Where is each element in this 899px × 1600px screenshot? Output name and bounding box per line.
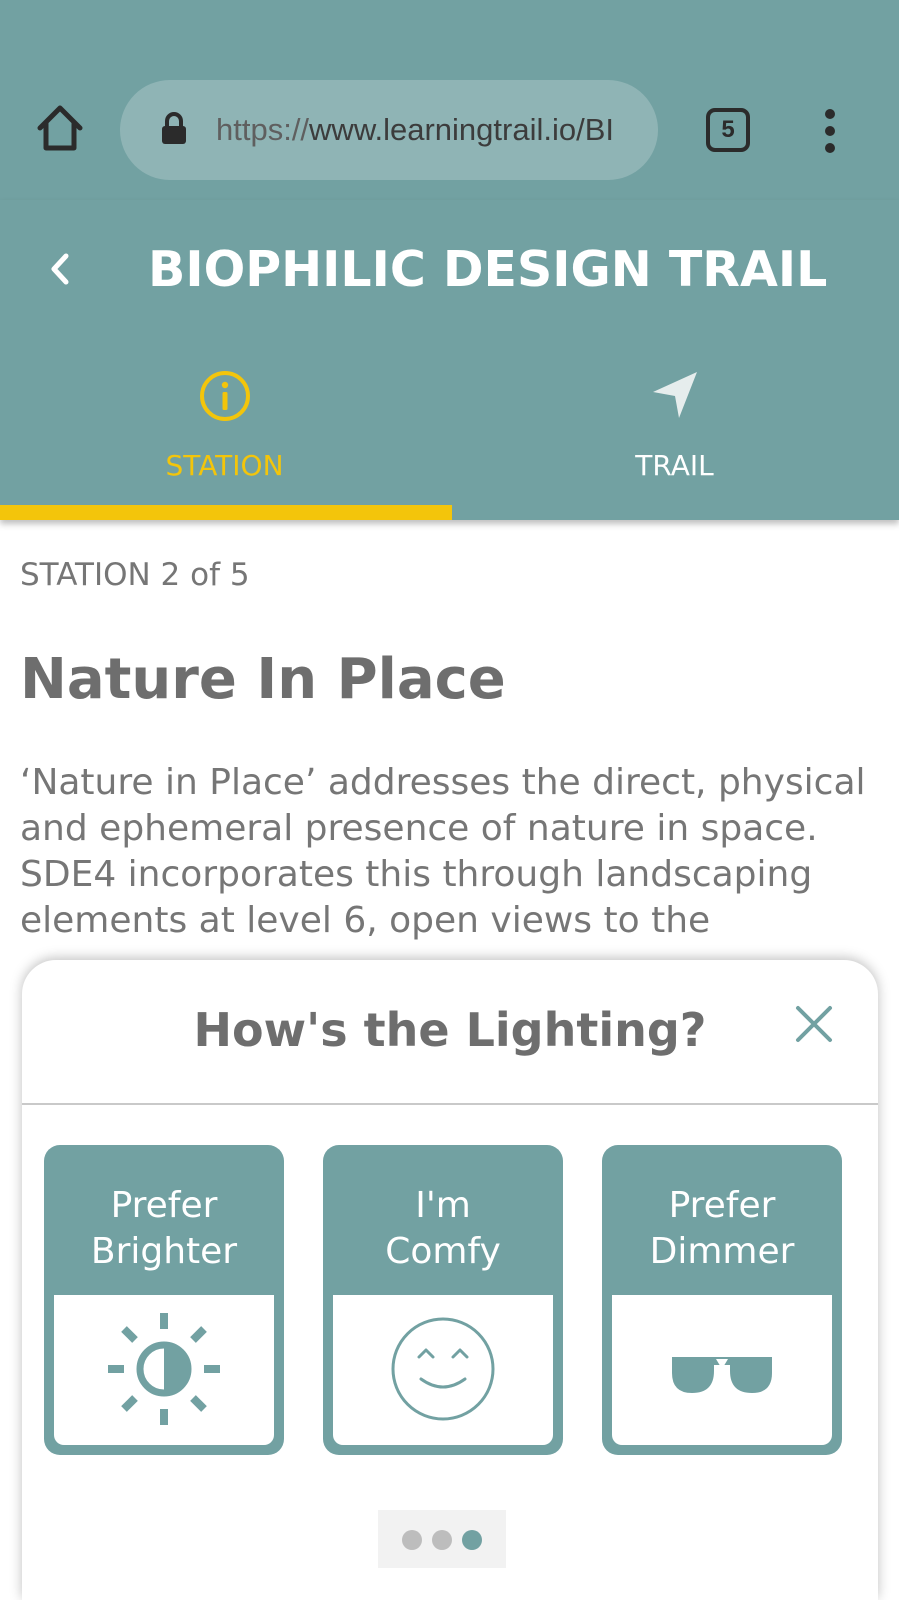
smiley-icon bbox=[391, 1317, 495, 1421]
description-line: elements at level 6, open views to the bbox=[20, 900, 711, 941]
brightness-icon bbox=[108, 1313, 220, 1425]
option-icon-area bbox=[333, 1295, 553, 1445]
info-icon bbox=[200, 371, 250, 421]
tab-trail[interactable]: TRAIL bbox=[450, 360, 899, 510]
url-text: https://www.learningtrail.io/BI bbox=[216, 112, 615, 147]
description-line: and ephemeral presence of nature in spac… bbox=[20, 808, 818, 849]
option-label: Prefer Dimmer bbox=[649, 1185, 795, 1272]
option-icon-area bbox=[612, 1295, 832, 1445]
prefer-brighter-button[interactable]: Prefer Brighter bbox=[44, 1145, 284, 1455]
page-dot-active[interactable] bbox=[462, 1530, 482, 1550]
page-title: BIOPHILIC DESIGN TRAIL bbox=[148, 241, 828, 298]
tab-switcher-button[interactable]: 5 bbox=[706, 108, 750, 152]
close-icon[interactable] bbox=[792, 1002, 836, 1046]
chevron-left-icon[interactable] bbox=[40, 244, 80, 294]
station-description: ‘Nature in Place’ addresses the direct, … bbox=[20, 760, 890, 960]
option-label: I'm Comfy bbox=[385, 1185, 501, 1272]
lighting-feedback-panel: How's the Lighting? Prefer Brighter I'm … bbox=[22, 960, 878, 1600]
lock-icon bbox=[162, 112, 186, 144]
im-comfy-button[interactable]: I'm Comfy bbox=[323, 1145, 563, 1455]
navigation-arrow-icon bbox=[653, 372, 697, 418]
tab-trail-label: TRAIL bbox=[635, 449, 714, 482]
description-line: SDE4 incorporates this through landscapi… bbox=[20, 854, 813, 895]
tab-station[interactable]: STATION bbox=[0, 360, 449, 510]
station-counter: STATION 2 of 5 bbox=[20, 557, 250, 593]
option-icon-area bbox=[54, 1295, 274, 1445]
address-bar[interactable]: https://www.learningtrail.io/BI bbox=[120, 80, 658, 180]
more-vertical-icon[interactable] bbox=[812, 108, 848, 154]
home-icon[interactable] bbox=[34, 102, 86, 154]
divider bbox=[22, 1103, 878, 1105]
active-tab-indicator bbox=[0, 505, 452, 520]
tab-station-label: STATION bbox=[165, 449, 284, 482]
feedback-title: How's the Lighting? bbox=[193, 1003, 707, 1057]
option-label: Prefer Brighter bbox=[90, 1185, 238, 1272]
description-line: ‘Nature in Place’ addresses the direct, … bbox=[20, 762, 866, 803]
page-dot[interactable] bbox=[402, 1530, 422, 1550]
prefer-dimmer-button[interactable]: Prefer Dimmer bbox=[602, 1145, 842, 1455]
sunglasses-icon bbox=[672, 1357, 772, 1393]
browser-toolbar: https://www.learningtrail.io/BI 5 bbox=[0, 0, 899, 200]
station-title: Nature In Place bbox=[20, 647, 506, 712]
pagination-dots bbox=[378, 1510, 506, 1568]
app-header: BIOPHILIC DESIGN TRAIL STATION TRAIL bbox=[0, 200, 899, 520]
page-dot[interactable] bbox=[432, 1530, 452, 1550]
